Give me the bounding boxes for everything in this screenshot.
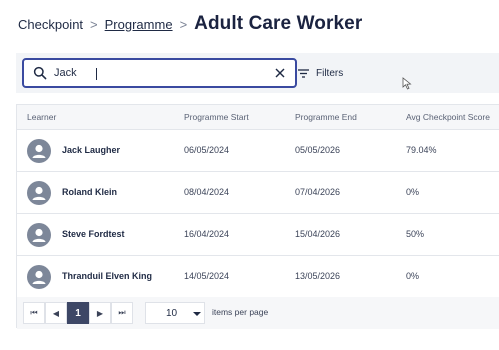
breadcrumb-separator: >	[90, 16, 98, 32]
learner-name[interactable]: Thranduil Elven King	[62, 271, 152, 281]
programme-end: 15/04/2026	[295, 229, 341, 239]
toolbar: Filters	[16, 53, 499, 93]
prev-page-button[interactable]: ◀	[45, 302, 67, 324]
programme-start: 14/05/2024	[184, 271, 230, 281]
page-size-label: items per page	[212, 307, 269, 317]
avatar	[27, 265, 51, 289]
column-header-learner[interactable]: Learner	[27, 112, 56, 122]
learner-name[interactable]: Roland Klein	[62, 187, 117, 197]
pagination: ⏮ ◀ 1 ▶ ⏭ 10 items per page	[17, 297, 499, 329]
avg-checkpoint-score: 0%	[406, 187, 420, 197]
programme-start: 06/05/2024	[184, 145, 230, 155]
avg-checkpoint-score: 79.04%	[406, 145, 437, 155]
chevron-down-icon	[193, 312, 201, 316]
search-icon	[33, 66, 47, 80]
programme-start: 16/04/2024	[184, 229, 230, 239]
avg-checkpoint-score: 0%	[406, 271, 420, 281]
text-caret	[96, 68, 97, 80]
table-row[interactable]: Jack Laugher 06/05/2024 05/05/2026 79.04…	[17, 130, 499, 172]
close-icon[interactable]	[275, 68, 285, 78]
page-size-value: 10	[166, 308, 178, 319]
avatar	[27, 139, 51, 163]
table-row[interactable]: Roland Klein 08/04/2024 07/04/2026 0%	[17, 172, 499, 214]
first-page-button[interactable]: ⏮	[23, 302, 45, 324]
column-header-avg-checkpoint-score[interactable]: Avg Checkpoint Score	[406, 112, 490, 122]
breadcrumb-separator: >	[179, 16, 188, 32]
page-1-button[interactable]: 1	[67, 302, 89, 324]
next-page-button[interactable]: ▶	[89, 302, 111, 324]
learner-name[interactable]: Jack Laugher	[62, 145, 120, 155]
search-input[interactable]	[54, 63, 254, 83]
filters-button[interactable]: Filters	[298, 63, 343, 83]
page-size-select[interactable]: 10	[145, 302, 205, 324]
filters-label: Filters	[316, 67, 344, 79]
table-row[interactable]: Thranduil Elven King 14/05/2024 13/05/20…	[17, 256, 499, 298]
user-icon	[32, 270, 46, 284]
user-icon	[32, 228, 46, 242]
column-header-programme-end[interactable]: Programme End	[295, 112, 357, 122]
learner-name[interactable]: Steve Fordtest	[62, 229, 125, 239]
avatar	[27, 223, 51, 247]
programme-start: 08/04/2024	[184, 187, 230, 197]
mouse-pointer-icon	[402, 77, 412, 90]
programme-end: 07/04/2026	[295, 187, 341, 197]
table-header: Learner Programme Start Programme End Av…	[17, 105, 499, 130]
programme-end: 13/05/2026	[295, 271, 341, 281]
breadcrumb-root[interactable]: Checkpoint	[18, 17, 83, 32]
page-title: Adult Care Worker	[194, 13, 363, 34]
last-page-button[interactable]: ⏭	[111, 302, 133, 324]
avg-checkpoint-score: 50%	[406, 229, 425, 239]
user-icon	[32, 186, 46, 200]
filter-icon	[298, 68, 309, 78]
breadcrumb: Checkpoint > Programme > Adult Care Work…	[18, 12, 362, 36]
avatar	[27, 181, 51, 205]
programme-end: 05/05/2026	[295, 145, 341, 155]
search-box[interactable]	[22, 58, 297, 88]
breadcrumb-programme-link[interactable]: Programme	[105, 17, 173, 32]
learners-table: Learner Programme Start Programme End Av…	[16, 104, 499, 329]
column-header-programme-start[interactable]: Programme Start	[184, 112, 249, 122]
user-icon	[32, 144, 46, 158]
table-row[interactable]: Steve Fordtest 16/04/2024 15/04/2026 50%	[17, 214, 499, 256]
